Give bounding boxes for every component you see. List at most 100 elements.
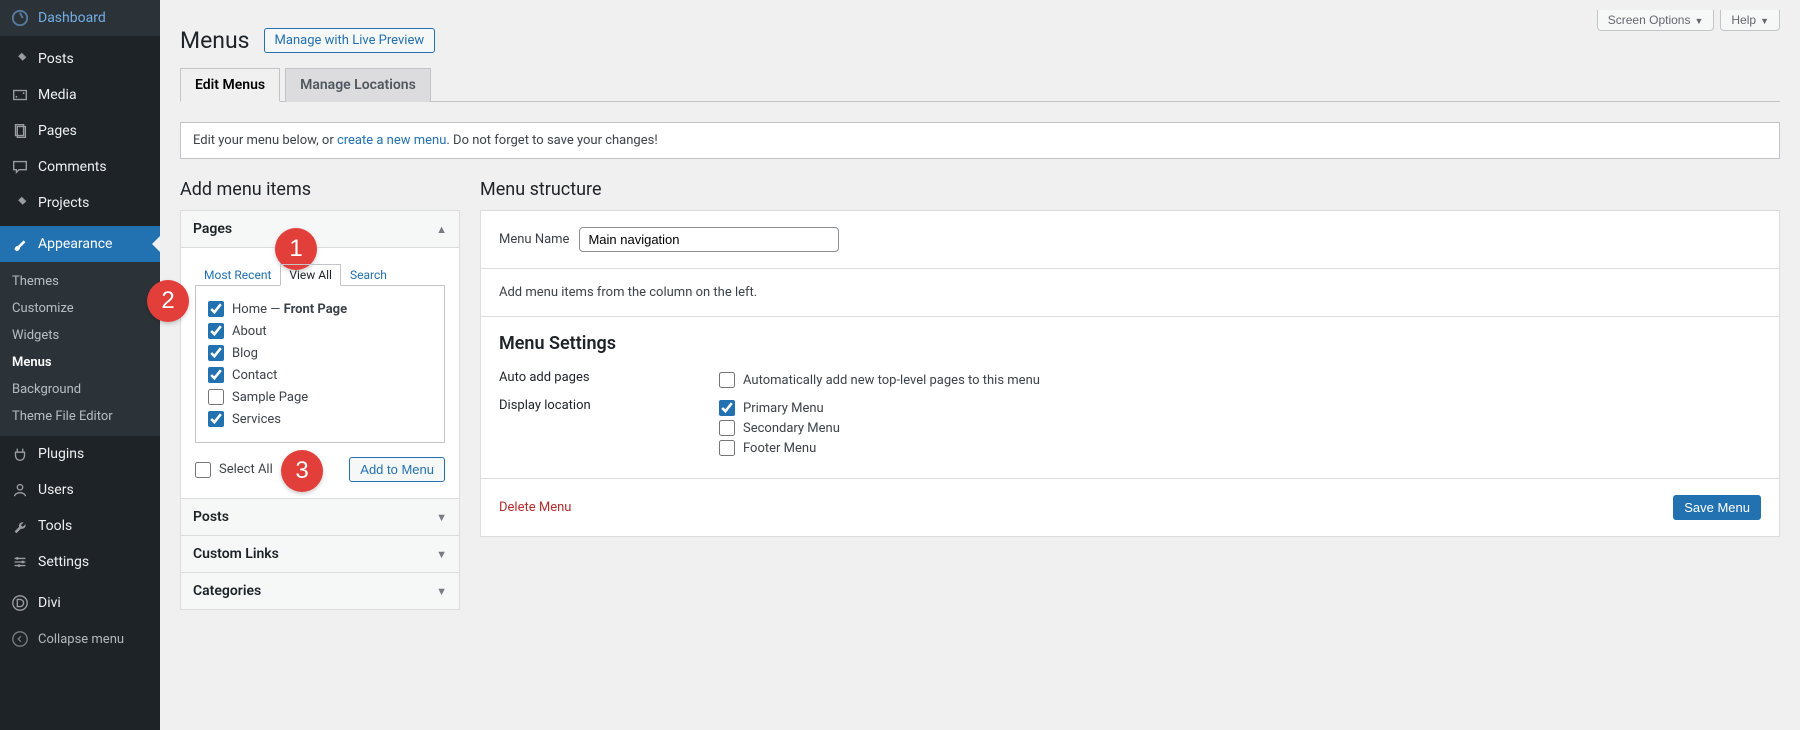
- sidebar-label: Comments: [38, 159, 107, 175]
- auto-add-option[interactable]: Automatically add new top-level pages to…: [719, 370, 1040, 390]
- loc-secondary-option[interactable]: Secondary Menu: [719, 418, 840, 438]
- acc-custom-links-head[interactable]: Custom Links ▼: [181, 535, 459, 572]
- menu-name-label: Menu Name: [499, 232, 569, 247]
- sidebar-item-media[interactable]: Media: [0, 77, 160, 113]
- pages-list: Home — Front Page About Blog Contact Sam…: [195, 285, 445, 443]
- sidebar-label: Appearance: [38, 236, 112, 252]
- sidebar-item-plugins[interactable]: Plugins: [0, 436, 160, 472]
- sidebar-item-settings[interactable]: Settings: [0, 544, 160, 580]
- collapse-menu-button[interactable]: Collapse menu: [0, 621, 160, 657]
- acc-pages-body: Most Recent View All Search Home — Front…: [181, 247, 459, 498]
- sidebar-label: Posts: [38, 51, 74, 67]
- acc-posts-head[interactable]: Posts ▼: [181, 498, 459, 535]
- subtab-recent[interactable]: Most Recent: [195, 264, 280, 286]
- chevron-down-icon: ▼: [1694, 16, 1703, 26]
- page-item-about[interactable]: About: [208, 320, 432, 342]
- dashboard-icon: [10, 8, 30, 28]
- chevron-up-icon: ▲: [436, 223, 447, 236]
- page-item-sample[interactable]: Sample Page: [208, 386, 432, 408]
- subtab-view-all[interactable]: View All: [280, 264, 341, 286]
- sidebar-item-dashboard[interactable]: Dashboard: [0, 0, 160, 36]
- loc-primary-option[interactable]: Primary Menu: [719, 398, 840, 418]
- submenu-themes[interactable]: Themes: [0, 268, 160, 295]
- loc-footer-checkbox[interactable]: [719, 440, 735, 456]
- sidebar-label: Divi: [38, 595, 61, 611]
- create-new-menu-link[interactable]: create a new menu: [337, 133, 446, 148]
- page-checkbox[interactable]: [208, 411, 224, 427]
- sidebar-label: Settings: [38, 554, 89, 570]
- pages-icon: [10, 121, 30, 141]
- sidebar-item-divi[interactable]: Divi: [0, 585, 160, 621]
- acc-pages-head[interactable]: Pages ▲: [181, 211, 459, 247]
- tab-edit-menus[interactable]: Edit Menus: [180, 68, 280, 102]
- page-title: Menus: [180, 27, 250, 54]
- sidebar-label: Users: [38, 482, 74, 498]
- wrench-icon: [10, 516, 30, 536]
- live-preview-button[interactable]: Manage with Live Preview: [264, 28, 436, 53]
- sidebar-item-pages[interactable]: Pages: [0, 113, 160, 149]
- sidebar-item-posts[interactable]: Posts: [0, 41, 160, 77]
- chevron-down-icon: ▼: [1760, 16, 1769, 26]
- menu-structure-heading: Menu structure: [480, 179, 1780, 200]
- chevron-down-icon: ▼: [436, 585, 447, 598]
- submenu-widgets[interactable]: Widgets: [0, 322, 160, 349]
- sidebar-label: Projects: [38, 195, 89, 211]
- divi-icon: [10, 593, 30, 613]
- sidebar-item-users[interactable]: Users: [0, 472, 160, 508]
- page-item-home[interactable]: Home — Front Page: [208, 298, 432, 320]
- loc-secondary-checkbox[interactable]: [719, 420, 735, 436]
- page-item-contact[interactable]: Contact: [208, 364, 432, 386]
- sidebar-item-projects[interactable]: Projects: [0, 185, 160, 221]
- submenu-menus[interactable]: Menus: [0, 349, 160, 376]
- add-items-heading: Add menu items: [180, 179, 460, 200]
- pin-icon: [10, 193, 30, 213]
- menu-name-input[interactable]: [579, 227, 839, 252]
- tab-manage-locations[interactable]: Manage Locations: [285, 68, 431, 102]
- sidebar-item-comments[interactable]: Comments: [0, 149, 160, 185]
- menu-settings-heading: Menu Settings: [499, 333, 1761, 354]
- main-content: Screen Options▼ Help▼ Menus Manage with …: [160, 0, 1800, 650]
- help-toggle[interactable]: Help▼: [1720, 10, 1780, 31]
- submenu-background[interactable]: Background: [0, 376, 160, 403]
- sidebar-label: Tools: [38, 518, 72, 534]
- chevron-down-icon: ▼: [436, 511, 447, 524]
- pin-icon: [10, 49, 30, 69]
- page-item-services[interactable]: Services: [208, 408, 432, 430]
- submenu-customize[interactable]: Customize: [0, 295, 160, 322]
- page-checkbox[interactable]: [208, 323, 224, 339]
- sidebar-label: Plugins: [38, 446, 84, 462]
- submenu-theme-editor[interactable]: Theme File Editor: [0, 403, 160, 430]
- collapse-label: Collapse menu: [38, 632, 124, 647]
- sidebar-label: Media: [38, 87, 77, 103]
- delete-menu-link[interactable]: Delete Menu: [499, 500, 571, 515]
- loc-primary-checkbox[interactable]: [719, 400, 735, 416]
- page-checkbox[interactable]: [208, 367, 224, 383]
- menu-structure-panel: Menu Name Add menu items from the column…: [480, 210, 1780, 537]
- auto-add-checkbox[interactable]: [719, 372, 735, 388]
- page-checkbox[interactable]: [208, 389, 224, 405]
- page-checkbox[interactable]: [208, 301, 224, 317]
- page-item-blog[interactable]: Blog: [208, 342, 432, 364]
- subtab-search[interactable]: Search: [341, 264, 396, 286]
- empty-structure-hint: Add menu items from the column on the le…: [499, 285, 757, 300]
- select-all-toggle[interactable]: Select All: [195, 459, 273, 481]
- collapse-icon: [10, 629, 30, 649]
- sidebar-item-appearance[interactable]: Appearance: [0, 226, 160, 262]
- sidebar-item-tools[interactable]: Tools: [0, 508, 160, 544]
- nav-tabs: Edit Menus Manage Locations: [180, 68, 1780, 102]
- admin-sidebar: Dashboard Posts Media Pages Comments Pro…: [0, 0, 160, 730]
- appearance-submenu: Themes Customize Widgets Menus Backgroun…: [0, 262, 160, 436]
- loc-footer-option[interactable]: Footer Menu: [719, 438, 840, 458]
- select-all-checkbox[interactable]: [195, 462, 211, 478]
- page-checkbox[interactable]: [208, 345, 224, 361]
- brush-icon: [10, 234, 30, 254]
- sliders-icon: [10, 552, 30, 572]
- screen-options-toggle[interactable]: Screen Options▼: [1597, 10, 1715, 31]
- acc-categories-head[interactable]: Categories ▼: [181, 572, 459, 609]
- plug-icon: [10, 444, 30, 464]
- add-to-menu-button[interactable]: Add to Menu: [349, 457, 445, 482]
- info-notice: Edit your menu below, or create a new me…: [180, 122, 1780, 159]
- sidebar-label: Dashboard: [38, 10, 106, 26]
- save-menu-button[interactable]: Save Menu: [1673, 495, 1761, 520]
- media-icon: [10, 85, 30, 105]
